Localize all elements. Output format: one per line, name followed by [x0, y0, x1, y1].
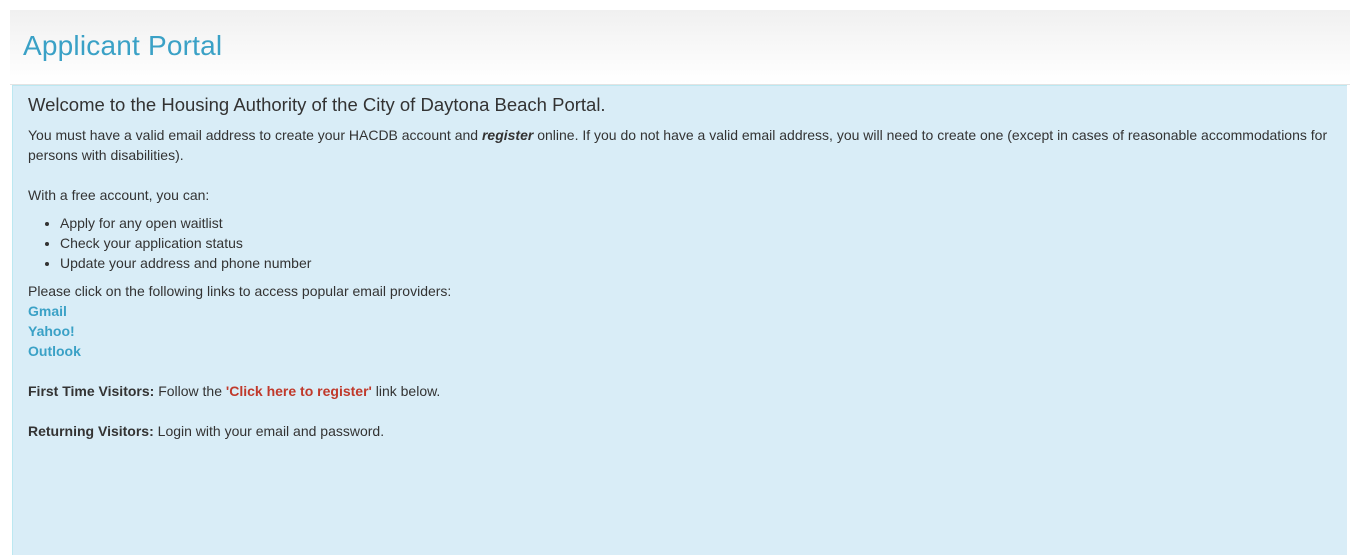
free-account-text: With a free account, you can: [28, 187, 210, 203]
page-title: Applicant Portal [23, 30, 223, 61]
portal-header: Applicant Portal [10, 10, 1350, 85]
returning-label: Returning Visitors: [28, 423, 154, 439]
welcome-panel: Welcome to the Housing Authority of the … [12, 85, 1347, 555]
outlook-link[interactable]: Outlook [28, 341, 1332, 361]
benefit-item-status: Check your application status [60, 233, 1332, 253]
welcome-heading: Welcome to the Housing Authority of the … [28, 94, 606, 115]
benefit-item-waitlist: Apply for any open waitlist [60, 213, 1332, 233]
register-link-text: 'Click here to register' [225, 383, 372, 399]
benefit-item-address: Update your address and phone number [60, 253, 1332, 273]
first-time-after: link below. [371, 383, 441, 399]
intro-text: You must have a valid email address to c… [28, 125, 1332, 165]
first-time-visitors: First Time Visitors: Follow the 'Click h… [28, 381, 1332, 401]
first-time-before: Follow the [154, 383, 226, 399]
email-provider-links: Gmail Yahoo! Outlook [28, 301, 1332, 361]
benefits-list: Apply for any open waitlist Check your a… [28, 213, 1332, 273]
yahoo-link[interactable]: Yahoo! [28, 321, 1332, 341]
page: Applicant Portal Welcome to the Housing … [10, 10, 1350, 555]
returning-visitors: Returning Visitors: Login with your emai… [28, 421, 1332, 441]
first-time-label: First Time Visitors: [28, 383, 155, 399]
providers-intro: Please click on the following links to a… [28, 283, 452, 299]
intro-text-before: You must have a valid email address to c… [28, 127, 482, 143]
gmail-link[interactable]: Gmail [28, 301, 1332, 321]
intro-register-emphasis: register [481, 127, 534, 143]
returning-text: Login with your email and password. [153, 423, 385, 439]
